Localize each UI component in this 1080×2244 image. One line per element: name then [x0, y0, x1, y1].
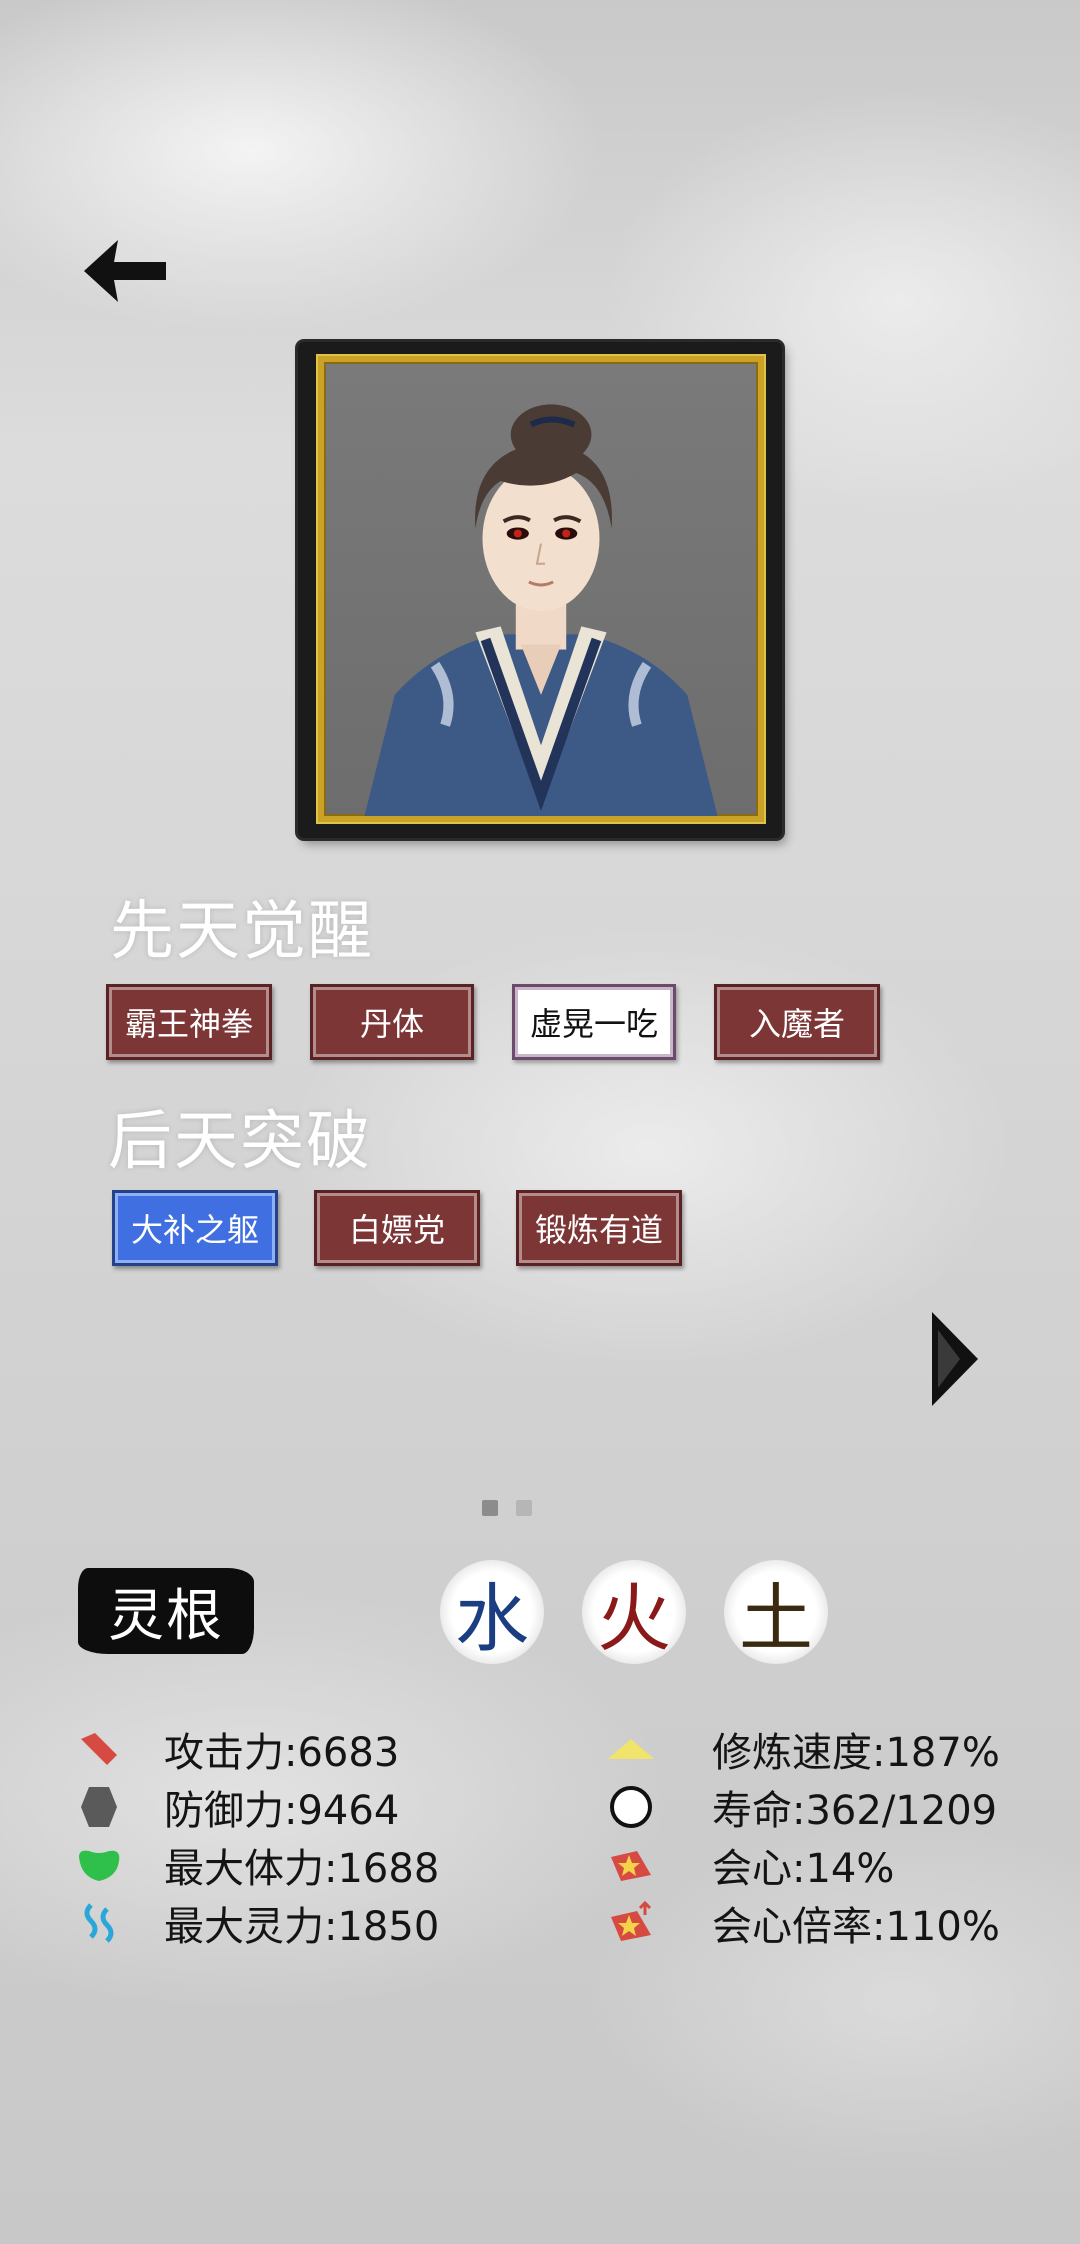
stat-cultivation-speed: 修炼速度:187% [606, 1722, 1000, 1776]
innate-talent-3[interactable]: 虚晃一吃 [512, 984, 676, 1060]
sword-icon [74, 1724, 124, 1774]
element-water: 水 [440, 1560, 544, 1664]
stat-critical-rate: 会心倍率:110% [606, 1896, 1000, 1950]
innate-talent-2[interactable]: 丹体 [310, 984, 474, 1060]
element-fire: 火 [582, 1560, 686, 1664]
innate-talent-4[interactable]: 入魔者 [714, 984, 880, 1060]
spirit-wave-icon [74, 1898, 124, 1948]
page-indicator-dot[interactable] [516, 1500, 532, 1516]
heart-icon [74, 1840, 124, 1890]
acquired-breakthrough-title: 后天突破 [108, 1105, 372, 1179]
triangle-up-icon [606, 1724, 656, 1774]
next-page-arrow-icon[interactable] [930, 1310, 980, 1408]
critical-icon [606, 1840, 656, 1890]
ring-icon [606, 1782, 656, 1832]
portrait-image [318, 356, 764, 822]
spirit-root-label: 灵根 [78, 1568, 254, 1654]
page-indicator-dot-active[interactable] [482, 1500, 498, 1516]
element-earth: 土 [724, 1560, 828, 1664]
innate-awakening-title: 先天觉醒 [110, 895, 374, 969]
acquired-talent-2[interactable]: 白嫖党 [314, 1190, 480, 1266]
innate-talent-1[interactable]: 霸王神拳 [106, 984, 272, 1060]
acquired-talent-3[interactable]: 锻炼有道 [516, 1190, 682, 1266]
critical-rate-icon [606, 1898, 656, 1948]
stat-critical: 会心:14% [606, 1838, 894, 1892]
stat-attack: 攻击力:6683 [74, 1722, 399, 1776]
stat-lifespan: 寿命:362/1209 [606, 1780, 997, 1834]
shield-icon [74, 1782, 124, 1832]
stat-max-stamina: 最大体力:1688 [74, 1838, 439, 1892]
acquired-talent-1[interactable]: 大补之躯 [112, 1190, 278, 1266]
stat-max-spirit: 最大灵力:1850 [74, 1896, 439, 1950]
stat-defense: 防御力:9464 [74, 1780, 399, 1834]
character-portrait [298, 342, 782, 838]
back-arrow-icon[interactable] [80, 236, 170, 306]
